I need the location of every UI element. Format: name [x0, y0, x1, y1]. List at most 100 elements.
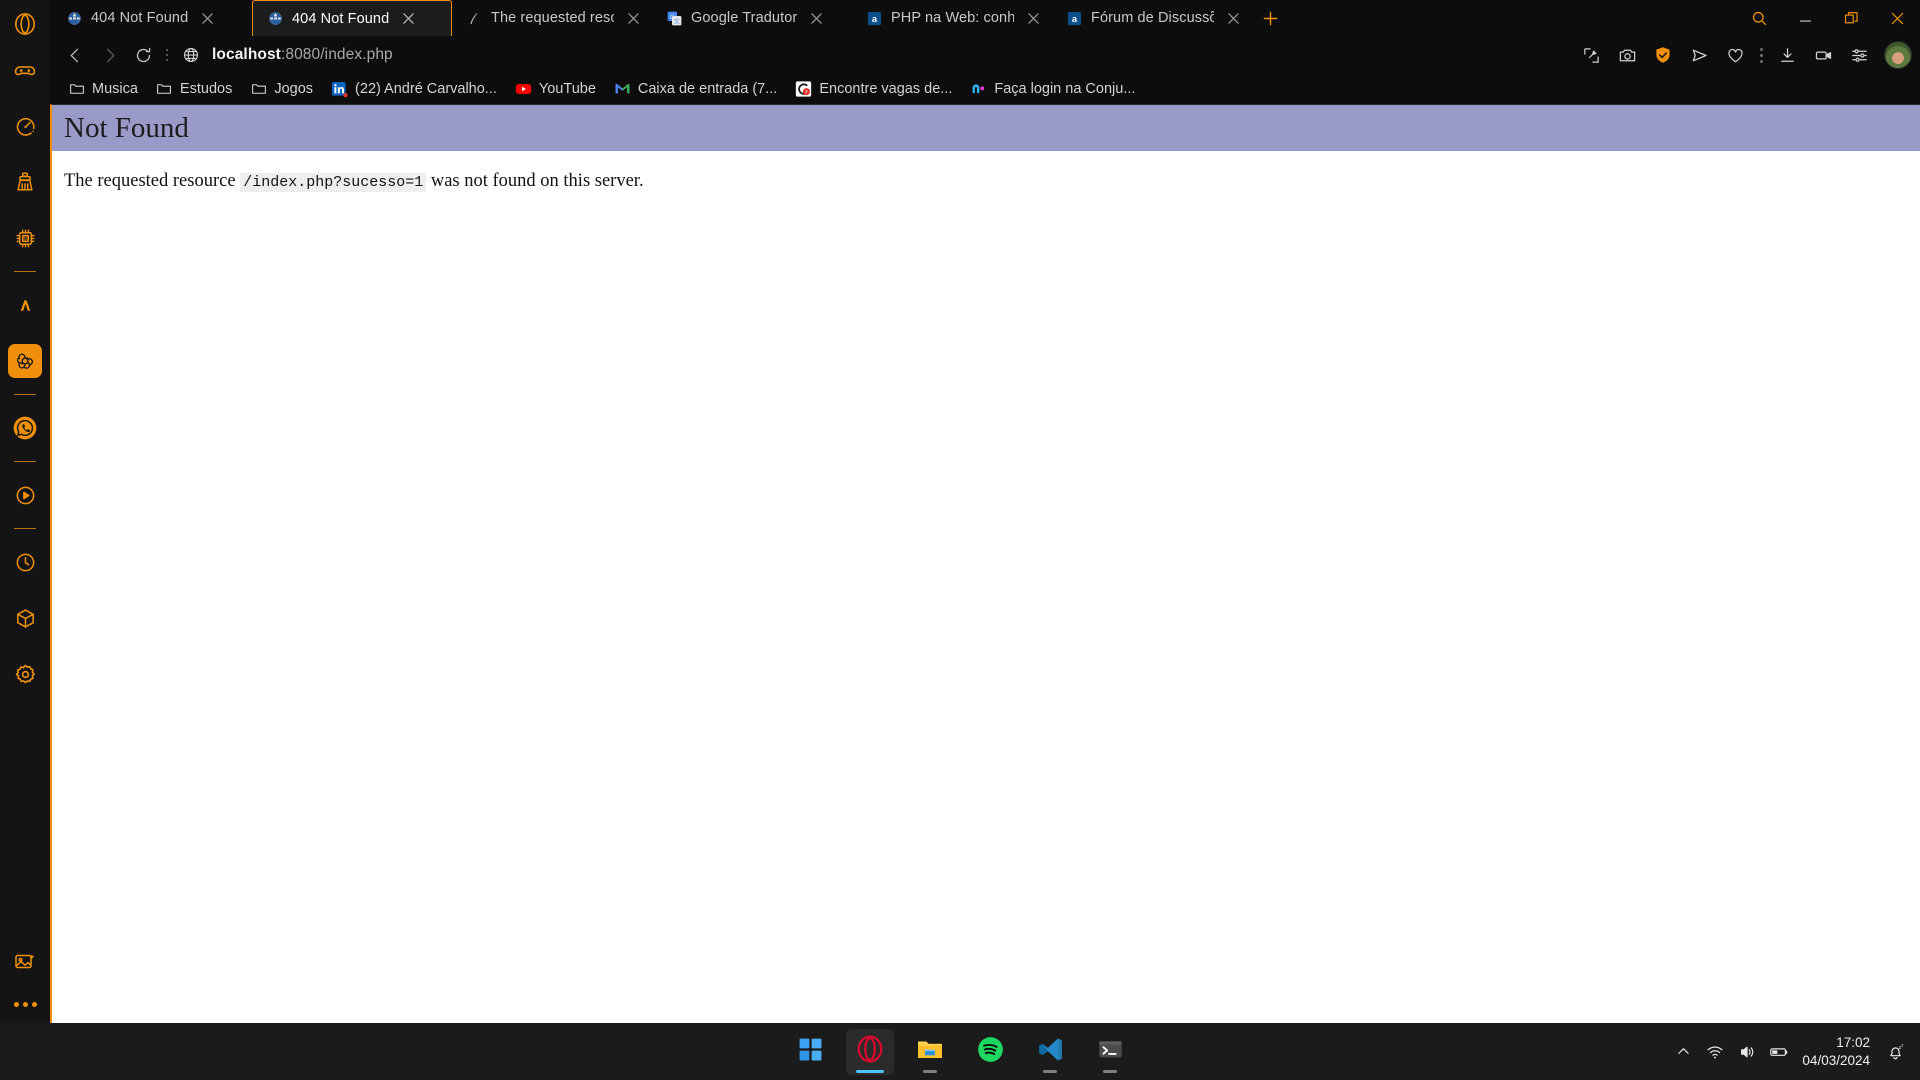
reload-icon[interactable] — [126, 38, 160, 72]
back-arrow-icon[interactable] — [58, 38, 92, 72]
error-message-prefix: The requested resource — [64, 171, 236, 191]
address-bar-row: localhost:8080/index.php — [50, 36, 1920, 74]
battery-icon[interactable] — [1764, 1033, 1794, 1071]
windows-taskbar: 17:02 04/03/2024 z z — [0, 1023, 1920, 1080]
send-flow-icon[interactable] — [1682, 38, 1716, 72]
taskbar-running-indicator — [1103, 1069, 1117, 1073]
taskbar-spotify[interactable] — [966, 1029, 1014, 1075]
tab-title: Fórum de Discussões | Alura — [1091, 10, 1214, 26]
taskbar-terminal[interactable] — [1086, 1029, 1134, 1075]
window-search-icon[interactable] — [1736, 0, 1782, 36]
bookmark-youtube[interactable]: YouTube — [507, 78, 604, 101]
tab-close-icon[interactable] — [622, 7, 644, 29]
gx-cleaner-broom-icon — [14, 171, 36, 193]
wifi-icon[interactable] — [1700, 1033, 1730, 1071]
bookmark-linkedin[interactable]: (22) André Carvalho... — [323, 78, 505, 101]
taskbar-clock[interactable]: 17:02 04/03/2024 — [1796, 1034, 1878, 1070]
new-tab-button[interactable] — [1252, 0, 1288, 36]
svg-text:a: a — [872, 14, 878, 24]
address-bar-separator — [160, 47, 174, 63]
window-controls — [1736, 0, 1920, 36]
window-restore-icon[interactable] — [1828, 0, 1874, 36]
sidebar-item-settings[interactable] — [8, 657, 42, 691]
tab-google-tradutor[interactable]: G 文 Google Tradutor — [652, 0, 852, 36]
tab-404-not-found-2[interactable]: 404 Not Found — [252, 0, 452, 36]
easy-setup-sliders-icon[interactable] — [1842, 38, 1876, 72]
volume-icon[interactable] — [1732, 1033, 1762, 1071]
toolbar-divider-dots — [1754, 47, 1768, 63]
video-popout-icon[interactable] — [1806, 38, 1840, 72]
whatsapp-icon — [12, 415, 38, 441]
sidebar-item-gx-mods[interactable]: M — [8, 221, 42, 255]
tab-close-icon[interactable] — [1222, 7, 1244, 29]
gx-corner-gamepad-icon — [13, 58, 37, 82]
player-play-icon — [14, 484, 37, 507]
sidebar-more-dots-icon[interactable] — [13, 1002, 37, 1007]
url-text: localhost:8080/index.php — [212, 46, 393, 64]
bookmark-jogos[interactable]: Jogos — [242, 78, 321, 101]
sidebar-item-gx-control[interactable] — [8, 109, 42, 143]
opera-gx-taskbar-icon — [856, 1035, 884, 1068]
do-not-disturb-bell-icon[interactable]: z z — [1880, 1033, 1910, 1071]
edit-snapshot-icon[interactable] — [1574, 38, 1608, 72]
tab-strip: 404 Not Found 404 Not Found The requeste… — [50, 0, 1920, 36]
camera-snapshot-icon[interactable] — [1610, 38, 1644, 72]
vscode-icon — [1037, 1036, 1064, 1068]
taskbar-file-explorer[interactable] — [906, 1029, 954, 1075]
bookmark-musica[interactable]: Musica — [60, 78, 146, 101]
bookmark-conjur[interactable]: Faça login na Conju... — [962, 78, 1143, 101]
heart-favorites-icon[interactable] — [1718, 38, 1752, 72]
bookmark-gmail[interactable]: Caixa de entrada (7... — [606, 78, 785, 101]
folder-icon — [68, 81, 85, 98]
spotify-icon — [977, 1036, 1004, 1068]
sidebar-item-player[interactable] — [8, 478, 42, 512]
tab-title: PHP na Web: conhecendo o — [891, 10, 1014, 26]
tab-title: 404 Not Found — [292, 10, 390, 27]
bookmark-label: Musica — [92, 81, 138, 97]
url-field[interactable]: localhost:8080/index.php — [174, 38, 1574, 72]
sidebar-item-gx-cleaner[interactable] — [8, 165, 42, 199]
tab-title: 404 Not Found — [91, 10, 189, 26]
vpn-shield-icon[interactable] — [1646, 38, 1680, 72]
sidebar-item-claude[interactable] — [8, 288, 42, 322]
tab-php-na-web[interactable]: a PHP na Web: conhecendo o — [852, 0, 1052, 36]
bookmark-estudos[interactable]: Estudos — [148, 78, 240, 101]
sidebar-divider — [14, 394, 36, 395]
svg-text:a: a — [1072, 14, 1078, 24]
browser-window: 404 Not Found 404 Not Found The requeste… — [50, 0, 1920, 1023]
bookmark-gupy[interactable]: 7 Encontre vagas de... — [787, 78, 960, 101]
sidebar-divider — [14, 461, 36, 462]
downloads-icon[interactable] — [1770, 38, 1804, 72]
window-close-icon[interactable] — [1874, 0, 1920, 36]
sidebar-item-extensions[interactable] — [8, 601, 42, 635]
alura-icon: a — [1066, 10, 1083, 27]
taskbar-vscode[interactable] — [1026, 1029, 1074, 1075]
sidebar-item-chatgpt[interactable] — [8, 344, 42, 378]
user-avatar[interactable] — [1884, 41, 1912, 69]
opera-gx-logo[interactable] — [0, 6, 50, 42]
tab-title: The requested resource / w — [491, 10, 614, 26]
sidebar-item-gx-corner[interactable] — [8, 53, 42, 87]
sidebar-item-whatsapp[interactable] — [8, 411, 42, 445]
file-explorer-icon — [916, 1035, 944, 1068]
tab-title: Google Tradutor — [691, 10, 798, 26]
tab-forum-de-discussoes[interactable]: a Fórum de Discussões | Alura — [1052, 0, 1252, 36]
sidebar-item-history[interactable] — [8, 545, 42, 579]
tab-close-icon[interactable] — [1022, 7, 1044, 29]
tab-the-requested-resource[interactable]: The requested resource / w — [452, 0, 652, 36]
image-ai-wallpaper-icon — [13, 950, 37, 974]
tab-close-icon[interactable] — [397, 8, 419, 30]
tab-404-not-found-1[interactable]: 404 Not Found — [52, 0, 252, 36]
tab-close-icon[interactable] — [805, 7, 827, 29]
taskbar-active-indicator — [856, 1069, 884, 1073]
taskbar-start-button[interactable] — [786, 1029, 834, 1075]
tab-close-icon[interactable] — [196, 7, 218, 29]
taskbar-opera-gx[interactable] — [846, 1028, 894, 1075]
globe-icon[interactable] — [182, 46, 200, 64]
forward-arrow-icon[interactable] — [92, 38, 126, 72]
sidebar-item-image-ai[interactable] — [8, 945, 42, 979]
extensions-cube-icon — [14, 607, 37, 630]
window-minimize-icon[interactable] — [1782, 0, 1828, 36]
page-body: The requested resource /index.php?sucess… — [52, 151, 1920, 193]
show-hidden-icons-chevron[interactable] — [1668, 1033, 1698, 1071]
